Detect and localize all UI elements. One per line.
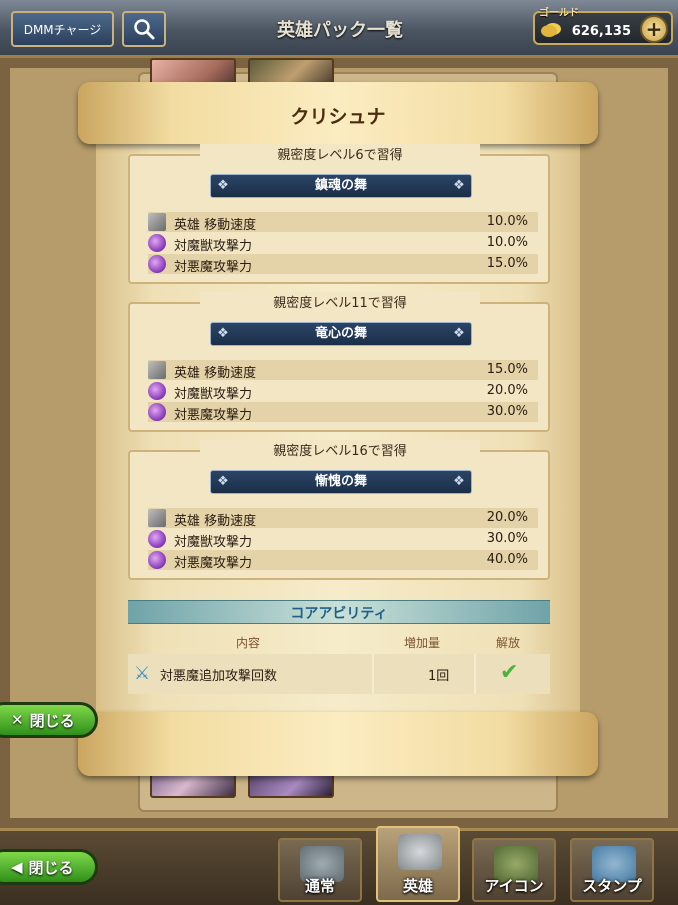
- gold-display: ゴールド 626,135 +: [533, 8, 673, 45]
- ornament-icon: ❖: [453, 326, 465, 341]
- close-screen-button[interactable]: ◀ 閉じる: [0, 849, 98, 885]
- ornament-icon: ❖: [453, 178, 465, 193]
- twin-blade-icon: ⚔: [134, 663, 151, 684]
- core-ability-name: 対悪魔追加攻撃回数: [160, 669, 278, 684]
- close-panel-button[interactable]: ✕ 閉じる: [0, 702, 98, 738]
- effect-label: 英雄 移動速度: [174, 218, 257, 233]
- tab-icon[interactable]: アイコン: [472, 838, 556, 902]
- effect-label: 対悪魔攻撃力: [174, 260, 253, 275]
- search-button[interactable]: [122, 11, 166, 47]
- back-arrow-icon: ◀: [11, 858, 23, 876]
- tab-label: 通常: [304, 877, 335, 895]
- divider: [372, 654, 374, 694]
- hero-name: クリシュナ: [290, 106, 386, 128]
- core-ability-table: 内容 増加量 解放 ⚔ 対悪魔追加攻撃回数 1回 ✔: [128, 630, 550, 694]
- column-header-content: 内容: [236, 636, 261, 650]
- effect-label: 英雄 移動速度: [174, 514, 257, 529]
- skill-section: 親密度レベル6で習得 ❖ 鎮魂の舞 ❖ 英雄 移動速度 10.0% 対魔獣攻撃力…: [128, 144, 550, 284]
- skill-effect-row: 対悪魔攻撃力 40.0%: [148, 550, 538, 571]
- demon-orb-icon: [148, 530, 166, 548]
- scroll-footer: [78, 712, 598, 776]
- demon-orb-icon: [148, 551, 166, 569]
- gold-value: 626,135: [571, 24, 631, 39]
- effect-value: 40.0%: [486, 552, 528, 567]
- axe-icon: [148, 361, 166, 379]
- effect-label: 対魔獣攻撃力: [174, 535, 253, 550]
- effect-label: 対悪魔攻撃力: [174, 408, 253, 423]
- effect-label: 英雄 移動速度: [174, 366, 257, 381]
- core-ability-banner: コアアビリティ: [128, 600, 550, 624]
- effect-value: 15.0%: [486, 362, 528, 377]
- effect-value: 30.0%: [486, 531, 528, 546]
- column-header-unlock: 解放: [496, 636, 521, 650]
- tab-label: アイコン: [484, 877, 544, 895]
- demon-orb-icon: [148, 255, 166, 273]
- core-ability-amount: 1回: [428, 669, 450, 684]
- effect-label: 対魔獣攻撃力: [174, 387, 253, 402]
- skill-name: 竜心の舞: [314, 326, 367, 341]
- skill-effect-row: 対魔獣攻撃力 10.0%: [148, 233, 538, 254]
- hero-knight-icon: [398, 834, 442, 870]
- demon-orb-icon: [148, 403, 166, 421]
- skill-effect-row: 対魔獣攻撃力 30.0%: [148, 529, 538, 550]
- skill-name-banner: ❖ 竜心の舞 ❖: [210, 322, 472, 346]
- skill-name: 鎮魂の舞: [314, 178, 367, 193]
- page-title: 英雄パック一覧: [277, 20, 403, 41]
- skill-section: 親密度レベル16で習得 ❖ 慚愧の舞 ❖ 英雄 移動速度 20.0% 対魔獣攻撃…: [128, 440, 550, 580]
- gold-coin-icon: [541, 25, 557, 37]
- skill-effect-row: 英雄 移動速度 20.0%: [148, 508, 538, 529]
- effect-value: 20.0%: [486, 510, 528, 525]
- tab-hero[interactable]: 英雄: [376, 826, 460, 902]
- skill-unlock-condition: 親密度レベル6で習得: [200, 144, 480, 166]
- ornament-icon: ❖: [217, 474, 229, 489]
- skill-name: 慚愧の舞: [314, 474, 367, 489]
- tab-normal[interactable]: 通常: [278, 838, 362, 902]
- demon-orb-icon: [148, 382, 166, 400]
- core-ability-title: コアアビリティ: [290, 606, 388, 622]
- effect-label: 対魔獣攻撃力: [174, 239, 253, 254]
- scroll-header: クリシュナ: [78, 82, 598, 144]
- skill-effect-row: 対悪魔攻撃力 30.0%: [148, 402, 538, 423]
- unlocked-check-icon: ✔: [500, 660, 519, 685]
- axe-icon: [148, 509, 166, 527]
- skill-effect-row: 対悪魔攻撃力 15.0%: [148, 254, 538, 275]
- skill-section: 親密度レベル11で習得 ❖ 竜心の舞 ❖ 英雄 移動速度 15.0% 対魔獣攻撃…: [128, 292, 550, 432]
- skill-effect-row: 英雄 移動速度 10.0%: [148, 212, 538, 233]
- axe-icon: [148, 213, 166, 231]
- top-bar: DMMチャージ 英雄パック一覧 ゴールド 626,135 +: [0, 0, 678, 58]
- tab-label: 英雄: [402, 877, 433, 895]
- close-label: 閉じる: [29, 711, 75, 730]
- skill-effect-row: 英雄 移動速度 15.0%: [148, 360, 538, 381]
- demon-orb-icon: [148, 234, 166, 252]
- tab-label: スタンプ: [582, 877, 642, 895]
- skill-name-banner: ❖ 慚愧の舞 ❖: [210, 470, 472, 494]
- skill-unlock-condition: 親密度レベル11で習得: [200, 292, 480, 314]
- ornament-icon: ❖: [453, 474, 465, 489]
- close-icon: ✕: [11, 711, 24, 729]
- effect-value: 20.0%: [486, 383, 528, 398]
- skill-unlock-condition: 親密度レベル16で習得: [200, 440, 480, 462]
- ornament-icon: ❖: [217, 326, 229, 341]
- tab-stamp[interactable]: スタンプ: [570, 838, 654, 902]
- effect-value: 10.0%: [486, 214, 528, 229]
- gold-label: ゴールド: [539, 8, 579, 19]
- close-label: 閉じる: [28, 858, 74, 877]
- dmm-charge-button[interactable]: DMMチャージ: [11, 11, 114, 47]
- column-header-amount: 増加量: [404, 636, 441, 650]
- skill-name-banner: ❖ 鎮魂の舞 ❖: [210, 174, 472, 198]
- effect-value: 30.0%: [486, 404, 528, 419]
- skill-effect-row: 対魔獣攻撃力 20.0%: [148, 381, 538, 402]
- ornament-icon: ❖: [217, 178, 229, 193]
- add-gold-button[interactable]: +: [640, 15, 668, 43]
- effect-label: 対悪魔攻撃力: [174, 556, 253, 571]
- search-icon: [134, 19, 155, 40]
- effect-value: 15.0%: [486, 256, 528, 271]
- effect-value: 10.0%: [486, 235, 528, 250]
- divider: [474, 654, 476, 694]
